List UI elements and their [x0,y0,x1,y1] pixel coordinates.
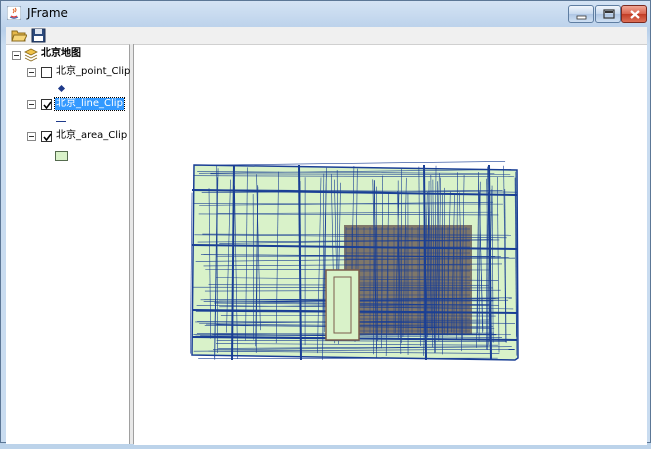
layer-line-label[interactable]: 北京_line_Clip [55,98,124,110]
map-view[interactable] [134,44,647,445]
map-canvas[interactable] [134,45,647,445]
checkmark-icon [42,132,53,143]
application-window: JFrame [0,0,651,443]
layer-point-label[interactable]: 北京_point_Clip [55,66,131,78]
map-minor-road [196,161,505,165]
title-bar[interactable]: JFrame [1,1,650,27]
layer-point-visibility-checkbox[interactable] [41,67,52,78]
window-title: JFrame [27,6,68,20]
point-symbol-icon [58,85,65,92]
layer-line-collapse-toggle[interactable] [27,100,36,109]
close-button[interactable] [621,5,647,23]
root-collapse-toggle[interactable] [12,51,21,60]
layer-area-visibility-checkbox[interactable] [41,131,52,142]
layers-icon [24,48,38,62]
checkmark-icon [42,100,53,111]
close-icon [622,6,648,24]
map-root-label[interactable]: 北京地图 [40,48,82,60]
layer-area-collapse-toggle[interactable] [27,132,36,141]
layer-area-label[interactable]: 北京_area_Clip [55,130,128,142]
client-area: 北京地图 北京_point_Clip 北京_line_Clip 北京_area_… [6,27,647,444]
area-symbol-icon [55,151,68,161]
line-symbol-icon [56,121,66,122]
layer-point-collapse-toggle[interactable] [27,68,36,77]
floppy-disk-icon[interactable] [31,28,47,43]
minimize-button[interactable] [568,5,594,23]
layer-line-visibility-checkbox[interactable] [41,99,52,110]
maximize-icon [596,6,622,24]
folder-open-icon[interactable] [11,28,27,43]
toolbar [6,27,647,44]
maximize-button[interactable] [595,5,621,23]
table-of-contents: 北京地图 北京_point_Clip 北京_line_Clip 北京_area_… [6,44,130,444]
java-app-icon [7,6,21,20]
minimize-icon [569,6,595,24]
map-palace-block [326,270,359,340]
